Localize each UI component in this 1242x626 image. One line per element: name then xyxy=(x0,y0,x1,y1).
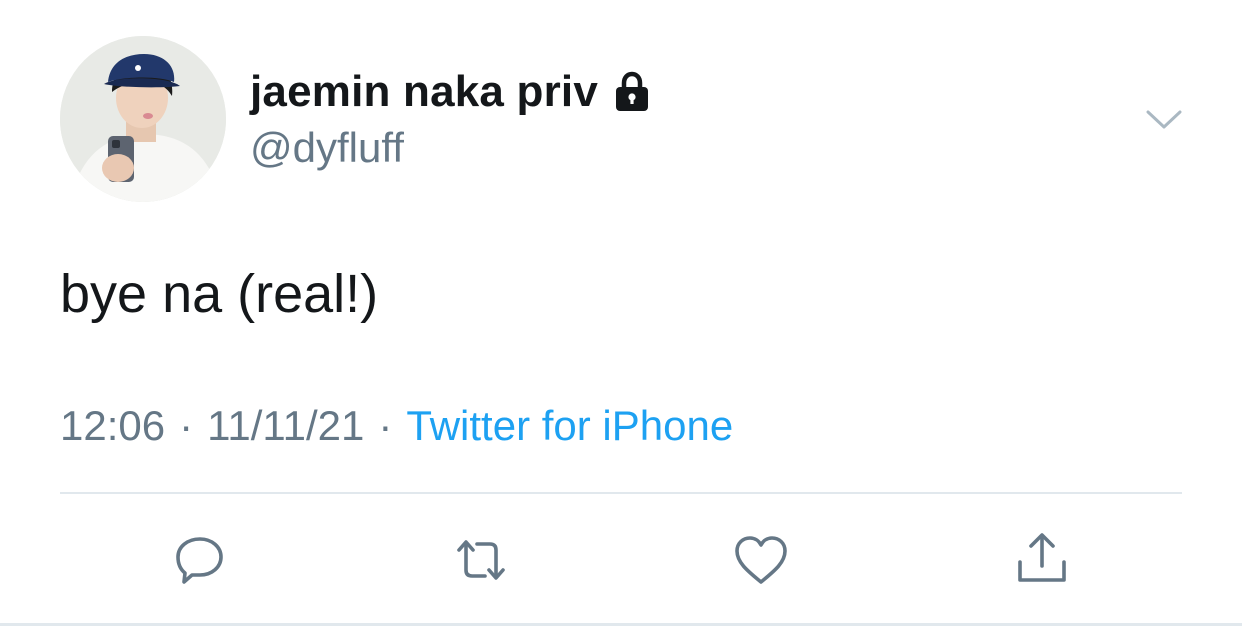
reply-icon xyxy=(176,537,223,584)
profile-photo-icon xyxy=(60,36,226,202)
tweet-time: 12:06 xyxy=(60,402,166,449)
share-icon xyxy=(1018,533,1066,582)
retweet-button[interactable] xyxy=(451,530,511,590)
display-name[interactable]: jaemin naka priv xyxy=(250,67,598,117)
avatar[interactable] xyxy=(60,36,226,202)
chevron-down-icon xyxy=(1146,110,1182,129)
source-link[interactable]: Twitter for iPhone xyxy=(406,402,733,449)
heart-icon xyxy=(735,536,787,584)
tweet-date: 11/11/21 xyxy=(207,402,365,449)
tweet-card: jaemin naka priv @dyfluff bye na (real!)… xyxy=(0,0,1242,626)
more-options-button[interactable] xyxy=(1140,96,1188,144)
share-button[interactable] xyxy=(1012,530,1072,590)
user-handle[interactable]: @dyfluff xyxy=(250,124,404,172)
meta-separator: · xyxy=(179,402,194,449)
lock-icon xyxy=(616,71,649,111)
display-name-row[interactable]: jaemin naka priv xyxy=(250,66,654,118)
reply-button[interactable] xyxy=(170,530,230,590)
divider xyxy=(60,492,1182,494)
retweet-icon xyxy=(457,540,505,580)
tweet-text: bye na (real!) xyxy=(60,264,379,324)
meta-separator: · xyxy=(378,402,393,449)
like-button[interactable] xyxy=(731,530,791,590)
tweet-meta: 12:06 · 11/11/21 · Twitter for iPhone xyxy=(60,402,733,450)
